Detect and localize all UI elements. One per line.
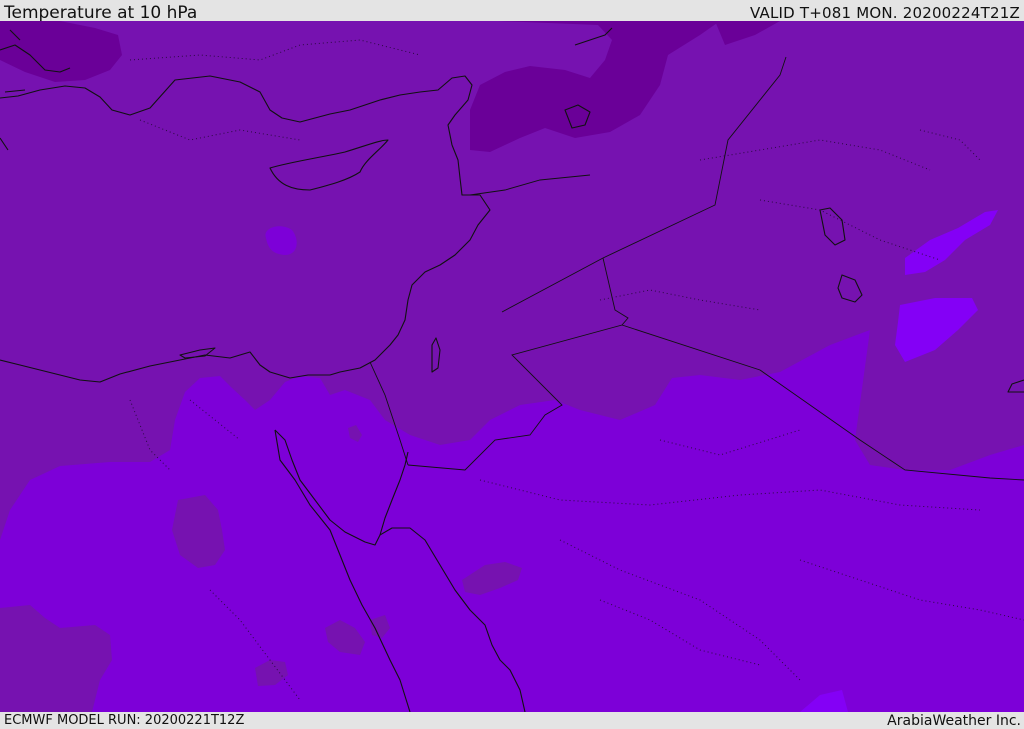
valid-time: VALID T+081 MON. 20200224T21Z	[750, 4, 1020, 22]
map-title: Temperature at 10 hPa	[4, 3, 198, 23]
footer-bar: ECMWF MODEL RUN: 20200221T12Z ArabiaWeat…	[0, 712, 1024, 729]
credit-text: ArabiaWeather Inc.	[887, 713, 1021, 729]
header-bar: Temperature at 10 hPa VALID T+081 MON. 2…	[0, 0, 1024, 23]
temperature-map[interactable]	[0, 21, 1024, 712]
model-run: ECMWF MODEL RUN: 20200221T12Z	[4, 713, 245, 728]
